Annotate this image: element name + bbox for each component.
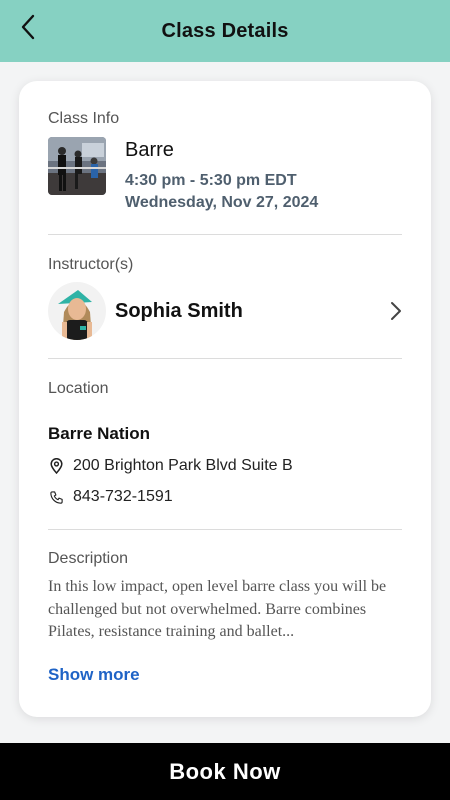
instructor-name: Sophia Smith — [115, 300, 243, 322]
description-label: Description — [48, 550, 129, 567]
address-row[interactable]: 200 Brighton Park Blvd Suite B — [48, 457, 293, 475]
phone-row[interactable]: 843-732-1591 — [48, 488, 173, 506]
divider — [48, 358, 402, 359]
class-info-label: Class Info — [48, 110, 120, 127]
back-button[interactable] — [14, 12, 42, 42]
venue-name: Barre Nation — [48, 424, 151, 443]
instructor-label: Instructor(s) — [48, 256, 134, 273]
class-thumbnail — [48, 137, 106, 195]
page-title: Class Details — [161, 19, 289, 42]
top-app-bar: Class Details — [0, 0, 450, 62]
instructor-row[interactable]: Sophia Smith — [48, 282, 404, 342]
divider — [48, 529, 402, 530]
map-pin-icon — [48, 457, 64, 475]
location-label: Location — [48, 380, 109, 397]
back-arrow-icon — [21, 14, 35, 40]
chevron-right-icon — [391, 302, 401, 320]
divider — [48, 234, 402, 235]
description-text: In this low impact, open level barre cla… — [48, 578, 387, 640]
class-name: Barre — [125, 139, 174, 161]
show-more-link[interactable]: Show more — [48, 665, 140, 685]
phone-text: 843-732-1591 — [73, 488, 173, 505]
book-now-button[interactable]: Book Now — [0, 743, 450, 800]
class-time: 4:30 pm - 5:30 pm EDT — [125, 172, 297, 189]
class-date: Wednesday, Nov 27, 2024 — [125, 194, 319, 211]
class-details-card: Class Info Barre 4:30 pm - 5:30 pm EDT W… — [19, 81, 431, 717]
phone-icon — [48, 488, 64, 506]
address-text: 200 Brighton Park Blvd Suite B — [73, 457, 293, 474]
instructor-avatar — [48, 282, 106, 340]
